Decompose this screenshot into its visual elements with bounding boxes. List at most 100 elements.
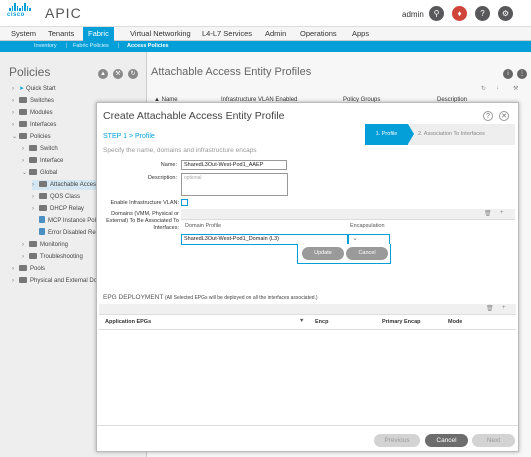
row-actions: Update Cancel xyxy=(297,244,391,264)
domain-profile-header: Domain Profile xyxy=(185,223,222,229)
tab-operations[interactable]: Operations xyxy=(295,27,342,41)
next-button[interactable]: Next xyxy=(472,434,515,447)
settings-icon[interactable]: ⚙ xyxy=(498,6,513,21)
download-icon[interactable]: ↓ xyxy=(496,85,499,91)
tab-l4-l7-services[interactable]: L4-L7 Services xyxy=(197,27,257,41)
main-nav: System Tenants Fabric Virtual Networking… xyxy=(0,27,531,41)
chevron-right-icon: › xyxy=(22,146,24,152)
add-icon[interactable]: + xyxy=(500,210,504,216)
add-icon[interactable]: + xyxy=(502,305,506,311)
epg-column-mode[interactable]: Mode xyxy=(448,319,462,325)
chevron-down-icon: ⌄ xyxy=(12,134,18,140)
tab-fabric[interactable]: Fabric xyxy=(83,27,114,41)
step-association[interactable]: 2. Association To Interfaces xyxy=(418,124,485,145)
tree-item-quick-start[interactable]: › ➤ Quick Start xyxy=(12,84,56,94)
tree-item-modules[interactable]: › Modules xyxy=(12,108,53,118)
previous-button[interactable]: Previous xyxy=(374,434,420,447)
top-header: cisco APIC admin ⚲ ♦ ? ⚙ xyxy=(0,0,531,27)
chevron-right-icon: › xyxy=(12,122,14,128)
epg-column-encap[interactable]: Encp xyxy=(315,319,328,325)
folder-icon xyxy=(19,97,27,103)
tab-apps[interactable]: Apps xyxy=(347,27,374,41)
subtab-fabric-policies[interactable]: Fabric Policies xyxy=(73,41,109,52)
tree-item-troubleshooting[interactable]: › Troubleshooting xyxy=(22,252,83,262)
description-label: Description: xyxy=(147,175,177,181)
refresh-icon[interactable]: ↻ xyxy=(481,85,486,92)
infra-vlan-checkbox[interactable] xyxy=(181,199,188,206)
close-icon[interactable]: ✕ xyxy=(499,111,509,121)
tools-icon[interactable]: ⚒ xyxy=(513,85,518,92)
tree-item-interfaces[interactable]: › Interfaces xyxy=(12,120,56,130)
subtab-inventory[interactable]: Inventory xyxy=(34,41,57,52)
folder-icon xyxy=(19,121,27,127)
divider xyxy=(99,329,516,330)
row-cancel-button[interactable]: Cancel xyxy=(346,247,388,260)
infra-vlan-label: Enable Infrastructure VLAN: xyxy=(110,200,179,206)
folder-icon xyxy=(19,265,27,271)
tree-item-dhcp-relay[interactable]: › DHCP Relay xyxy=(32,204,84,214)
tree-item-global[interactable]: ⌄ Global xyxy=(22,168,57,178)
tree-item-policies[interactable]: ⌄ Policies xyxy=(12,132,51,142)
folder-icon xyxy=(19,277,27,283)
tree-item-switch[interactable]: › Switch xyxy=(22,144,58,154)
step-label: STEP 1 > Profile xyxy=(103,133,155,140)
chevron-right-icon: › xyxy=(12,86,14,92)
folder-icon xyxy=(29,253,37,259)
tree-item-error-disabled[interactable]: Error Disabled Rec xyxy=(39,228,99,238)
step-subtitle: Specify the name, domains and infrastruc… xyxy=(103,147,257,154)
tree-item-switches[interactable]: › Switches xyxy=(12,96,54,106)
step-profile[interactable]: 1. Profile xyxy=(365,124,414,145)
refresh-icon[interactable]: ↻ xyxy=(128,69,138,79)
pin-icon[interactable]: ▲ xyxy=(98,69,108,79)
chevron-right-icon: › xyxy=(22,158,24,164)
tab-system[interactable]: System xyxy=(6,27,41,41)
tree-item-physical-external[interactable]: › Physical and External Do xyxy=(12,276,97,286)
chevron-down-icon: ⌄ xyxy=(352,235,358,242)
dialog-title: Create Attachable Access Entity Profile xyxy=(103,110,285,122)
document-icon xyxy=(39,216,45,223)
tree-item-interface[interactable]: › Interface xyxy=(22,156,63,166)
subtab-access-policies[interactable]: Access Policies xyxy=(127,41,169,52)
folder-icon xyxy=(29,169,37,175)
tree-item-qos-class[interactable]: › QOS Class xyxy=(32,192,80,202)
trash-icon[interactable]: 🗑 xyxy=(486,305,494,312)
wizard-steps: 1. Profile 2. Association To Interfaces xyxy=(365,124,515,145)
domains-label: Domains (VMM, Physical or External) To B… xyxy=(106,211,179,231)
help-icon[interactable]: ? xyxy=(483,111,493,121)
folder-icon xyxy=(39,205,47,211)
create-aaep-dialog: Create Attachable Access Entity Profile … xyxy=(96,102,519,452)
description-input[interactable]: optional xyxy=(181,173,288,196)
update-button[interactable]: Update xyxy=(302,247,344,260)
lightning-icon: ➤ xyxy=(19,86,25,92)
folder-icon xyxy=(19,133,27,139)
tab-tenants[interactable]: Tenants xyxy=(43,27,79,41)
tree-item-mcp-instance[interactable]: MCP Instance Poli xyxy=(39,216,97,226)
cancel-button[interactable]: Cancel xyxy=(425,434,468,447)
chevron-right-icon: › xyxy=(12,278,14,284)
chevron-down-icon[interactable]: ▼ xyxy=(299,318,304,324)
folder-icon xyxy=(39,181,47,187)
trash-icon[interactable]: 🗑 xyxy=(484,210,492,217)
page-title: Attachable Access Entity Profiles xyxy=(151,66,312,78)
folder-icon xyxy=(19,109,27,115)
tools-icon[interactable]: ⚒ xyxy=(113,69,123,79)
sub-nav: Inventory | Fabric Policies | Access Pol… xyxy=(0,41,531,52)
user-menu[interactable]: admin xyxy=(402,10,424,19)
search-icon[interactable]: ⚲ xyxy=(429,6,444,21)
tab-virtual-networking[interactable]: Virtual Networking xyxy=(125,27,196,41)
epg-column-app-epgs[interactable]: Application EPGs xyxy=(105,319,151,325)
subtab-divider: | xyxy=(66,43,68,49)
epg-column-primary-encap[interactable]: Primary Encap xyxy=(382,319,421,325)
subtab-divider: | xyxy=(118,43,120,49)
chevron-right-icon: › xyxy=(12,266,14,272)
epg-deployment-note: (All Selected EPGs will be deployed on a… xyxy=(165,295,318,301)
help-icon[interactable]: ? xyxy=(475,6,490,21)
tab-admin[interactable]: Admin xyxy=(260,27,291,41)
info-icon[interactable]: i xyxy=(503,69,513,79)
chevron-right-icon: › xyxy=(12,98,14,104)
name-input[interactable]: SharedL3Out-West-Pod1_AAEP xyxy=(181,160,287,170)
tree-item-pools[interactable]: › Pools xyxy=(12,264,45,274)
tree-item-monitoring[interactable]: › Monitoring xyxy=(22,240,68,250)
more-icon[interactable]: ⋮ xyxy=(517,69,527,79)
bell-icon[interactable]: ♦ xyxy=(452,6,467,21)
